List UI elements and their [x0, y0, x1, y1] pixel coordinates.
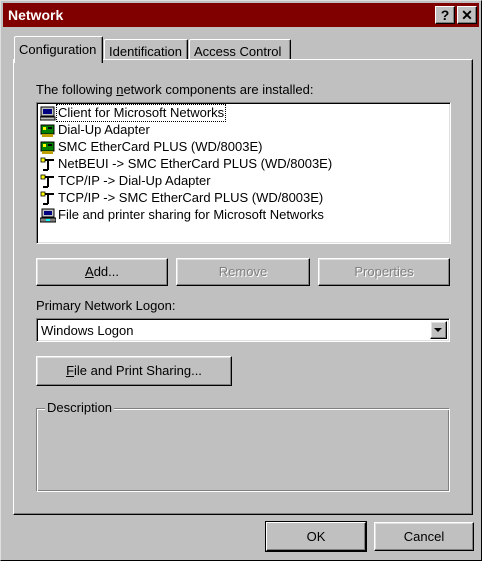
protocol-icon	[40, 174, 56, 189]
remove-button-label: Remove	[218, 264, 268, 279]
cancel-button[interactable]: Cancel	[374, 522, 474, 551]
add-button-label: Add...	[85, 264, 119, 279]
list-item[interactable]: TCP/IP -> SMC EtherCard PLUS (WD/8003E)	[40, 190, 446, 207]
title-bar[interactable]: Network ? ✕	[3, 3, 479, 27]
properties-button[interactable]: Properties	[318, 258, 450, 286]
cancel-button-label: Cancel	[403, 529, 445, 544]
add-button[interactable]: Add...	[36, 258, 168, 286]
client-icon	[39, 106, 56, 121]
ok-button-label: OK	[306, 529, 326, 544]
list-item[interactable]: NetBEUI -> SMC EtherCard PLUS (WD/8003E)	[40, 156, 446, 173]
help-button[interactable]: ?	[435, 6, 455, 24]
service-icon	[39, 208, 57, 223]
item-label: File and printer sharing for Microsoft N…	[58, 207, 324, 222]
ok-button[interactable]: OK	[266, 522, 366, 551]
close-button[interactable]: ✕	[457, 6, 477, 24]
window-title: Network	[8, 7, 64, 23]
protocol-icon	[40, 157, 56, 172]
protocol-icon	[40, 191, 56, 206]
components-label: The following network components are ins…	[36, 82, 314, 97]
logon-label: Primary Network Logon:	[36, 298, 176, 313]
tab-label: Configuration	[19, 42, 97, 57]
item-label: Dial-Up Adapter	[58, 122, 150, 137]
list-item[interactable]: Client for Microsoft Networks	[39, 104, 446, 122]
close-icon: ✕	[461, 7, 473, 23]
item-label: SMC EtherCard PLUS (WD/8003E)	[58, 139, 263, 154]
item-label: NetBEUI -> SMC EtherCard PLUS (WD/8003E)	[58, 156, 333, 171]
list-item[interactable]: TCP/IP -> Dial-Up Adapter	[40, 173, 446, 190]
tab-configuration[interactable]: Configuration	[14, 36, 103, 63]
help-icon: ?	[440, 7, 450, 23]
adapter-icon	[40, 123, 56, 138]
tab-label: Access Control	[194, 44, 282, 59]
file-print-sharing-button[interactable]: File and Print Sharing...	[36, 356, 232, 386]
list-item[interactable]: SMC EtherCard PLUS (WD/8003E)	[40, 139, 446, 156]
configuration-panel: The following network components are ins…	[13, 59, 473, 515]
list-item[interactable]: Dial-Up Adapter	[40, 122, 446, 139]
description-group: Description	[36, 400, 450, 492]
properties-button-label: Properties	[354, 264, 414, 279]
list-item[interactable]: File and printer sharing for Microsoft N…	[39, 207, 446, 224]
logon-select[interactable]: Windows Logon	[36, 318, 450, 342]
item-label: TCP/IP -> Dial-Up Adapter	[58, 173, 211, 188]
file-print-sharing-label: File and Print Sharing...	[66, 363, 202, 378]
description-legend: Description	[45, 400, 115, 415]
adapter-icon	[40, 140, 56, 155]
item-label: Client for Microsoft Networks	[55, 104, 227, 122]
network-dialog: Network ? ✕ Configuration Identification…	[0, 0, 482, 561]
components-list[interactable]: Client for Microsoft Networks Dial-Up Ad…	[36, 102, 451, 244]
logon-value: Windows Logon	[41, 323, 134, 338]
remove-button[interactable]: Remove	[176, 258, 310, 286]
dropdown-button[interactable]	[430, 321, 447, 339]
tab-label: Identification	[109, 44, 182, 59]
item-label: TCP/IP -> SMC EtherCard PLUS (WD/8003E)	[58, 190, 324, 205]
